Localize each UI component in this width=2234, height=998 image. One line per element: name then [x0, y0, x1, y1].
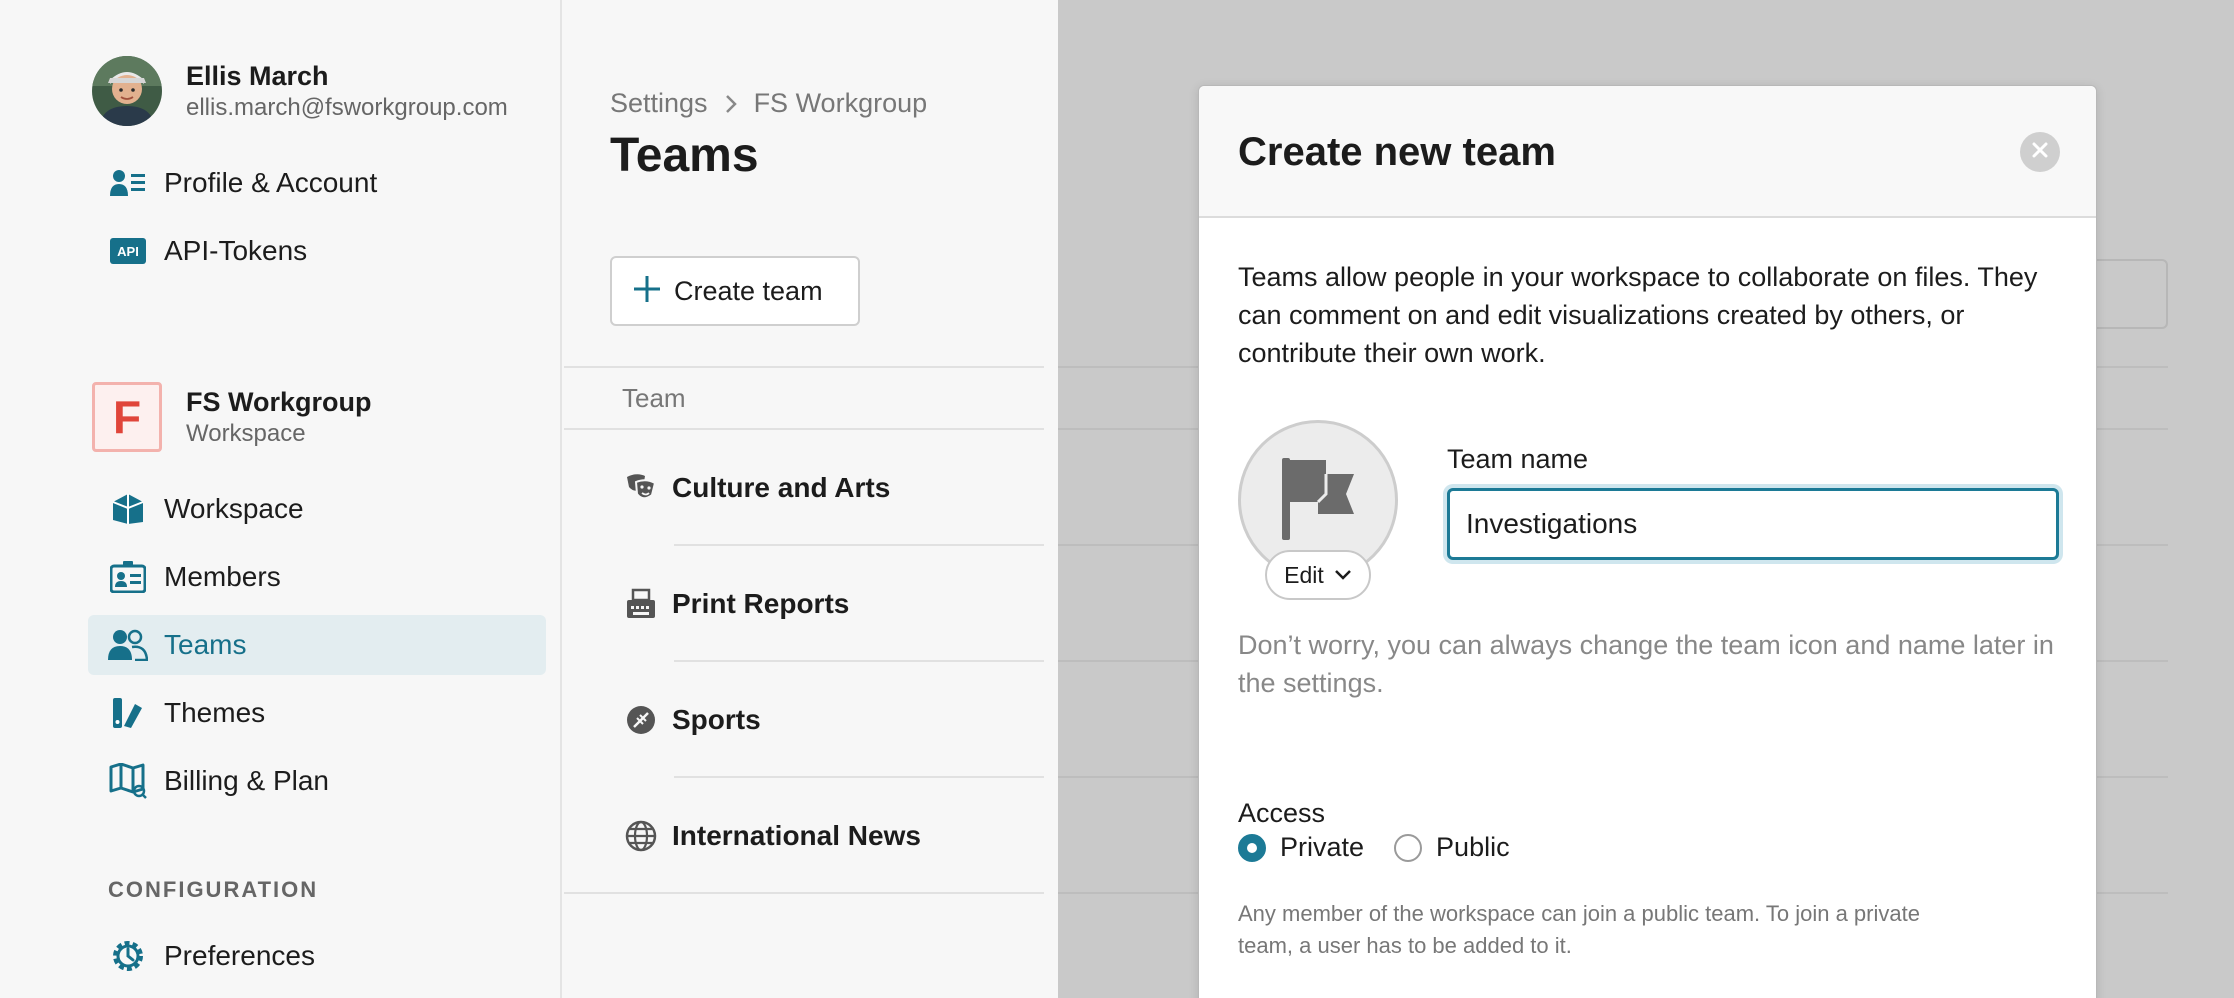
nav-themes[interactable]: Themes: [88, 683, 546, 743]
nav-workspace[interactable]: Workspace: [88, 479, 546, 539]
nav-preferences[interactable]: Preferences: [88, 926, 546, 986]
nav-label: Preferences: [164, 940, 315, 971]
team-row-sports[interactable]: Sports: [564, 662, 1044, 778]
team-row-culture-and-arts[interactable]: Culture and Arts: [564, 430, 1044, 546]
globe-icon: [624, 819, 658, 853]
billing-map-icon: [108, 761, 148, 801]
football-icon: [624, 703, 658, 737]
members-card-icon: [108, 557, 148, 597]
team-name: Print Reports: [672, 588, 850, 619]
nav-profile-account[interactable]: Profile & Account: [88, 153, 546, 213]
nav-api-tokens[interactable]: API API-Tokens: [88, 221, 546, 281]
chevron-down-icon: [1334, 569, 1352, 581]
plus-icon: [632, 274, 662, 309]
settings-sidebar: Ellis March ellis.march@fsworkgroup.com …: [0, 0, 562, 998]
workspace-header: F FS Workgroup Workspace: [92, 382, 372, 452]
access-private-radio[interactable]: Private: [1238, 832, 1364, 863]
edit-icon-button[interactable]: Edit: [1265, 550, 1371, 600]
create-team-dialog: Create new team Teams allow people in yo…: [1198, 85, 2097, 998]
profile-card-icon: [108, 163, 148, 203]
page-title: Teams: [610, 129, 759, 182]
team-row-print-reports[interactable]: Print Reports: [564, 546, 1044, 662]
team-name: Sports: [672, 704, 761, 735]
radio-selected-indicator: [1238, 833, 1266, 862]
nav-label: Profile & Account: [164, 167, 378, 198]
access-label: Access: [1238, 798, 1326, 828]
team-name-input[interactable]: [1447, 488, 2059, 560]
team-name-label: Team name: [1447, 444, 1589, 474]
typewriter-icon: [624, 587, 658, 621]
access-options: Private Public: [1238, 832, 1540, 863]
nav-label: Billing & Plan: [164, 765, 329, 796]
dialog-title: Create new team: [1238, 130, 1556, 174]
user-email: ellis.march@fsworkgroup.com: [186, 94, 508, 121]
breadcrumb-settings[interactable]: Settings: [610, 88, 708, 119]
user-name: Ellis March: [186, 61, 329, 91]
breadcrumb-workspace[interactable]: FS Workgroup: [754, 88, 928, 119]
dialog-description: Teams allow people in your workspace to …: [1238, 262, 2038, 368]
teams-panel: Settings FS Workgroup Teams Create team …: [564, 0, 1044, 998]
nav-teams[interactable]: Teams: [88, 615, 546, 675]
api-icon: API: [108, 231, 148, 271]
workspace-subtitle: Workspace: [186, 420, 306, 447]
nav-members[interactable]: Members: [88, 547, 546, 607]
team-row-international-news[interactable]: International News: [564, 778, 1044, 894]
nav-label: Members: [164, 561, 281, 592]
user-avatar: [92, 56, 162, 126]
close-button[interactable]: [2020, 132, 2060, 172]
chevron-right-icon: [724, 93, 738, 115]
workspace-house-icon: [108, 489, 148, 529]
close-icon: [2031, 141, 2049, 164]
api-icon-text: API: [117, 244, 139, 259]
nav-label: API-Tokens: [164, 235, 308, 266]
user-profile: Ellis March ellis.march@fsworkgroup.com: [92, 56, 508, 126]
row-divider: [564, 892, 1044, 894]
breadcrumb: Settings FS Workgroup: [610, 88, 927, 119]
create-team-button[interactable]: Create team: [610, 256, 860, 326]
nav-label: Workspace: [164, 493, 304, 524]
dialog-header: Create new team: [1199, 86, 2096, 218]
create-team-label: Create team: [674, 275, 823, 306]
nav-label: Teams: [164, 629, 247, 660]
workspace-logo: F: [92, 382, 162, 452]
gear-icon: [108, 936, 148, 976]
radio-label: Public: [1436, 832, 1510, 862]
radio-indicator: [1394, 833, 1423, 862]
themes-swatch-icon: [108, 693, 148, 733]
column-header-team: Team: [564, 366, 1044, 430]
nav-label: Themes: [164, 697, 266, 728]
nav-billing-plan[interactable]: Billing & Plan: [88, 751, 546, 811]
theater-masks-icon: [624, 471, 658, 505]
access-public-radio[interactable]: Public: [1394, 832, 1510, 863]
teams-people-icon: [108, 625, 148, 665]
radio-label: Private: [1280, 832, 1365, 862]
flag-icon: [1280, 456, 1356, 545]
access-help-text: Any member of the workspace can join a p…: [1238, 901, 1920, 958]
rename-hint: Don’t worry, you can always change the t…: [1238, 630, 2054, 698]
workspace-name: FS Workgroup: [186, 387, 372, 417]
edit-label: Edit: [1284, 561, 1324, 588]
configuration-section-label: CONFIGURATION: [108, 877, 319, 902]
team-name: International News: [672, 820, 921, 851]
team-name: Culture and Arts: [672, 472, 891, 503]
